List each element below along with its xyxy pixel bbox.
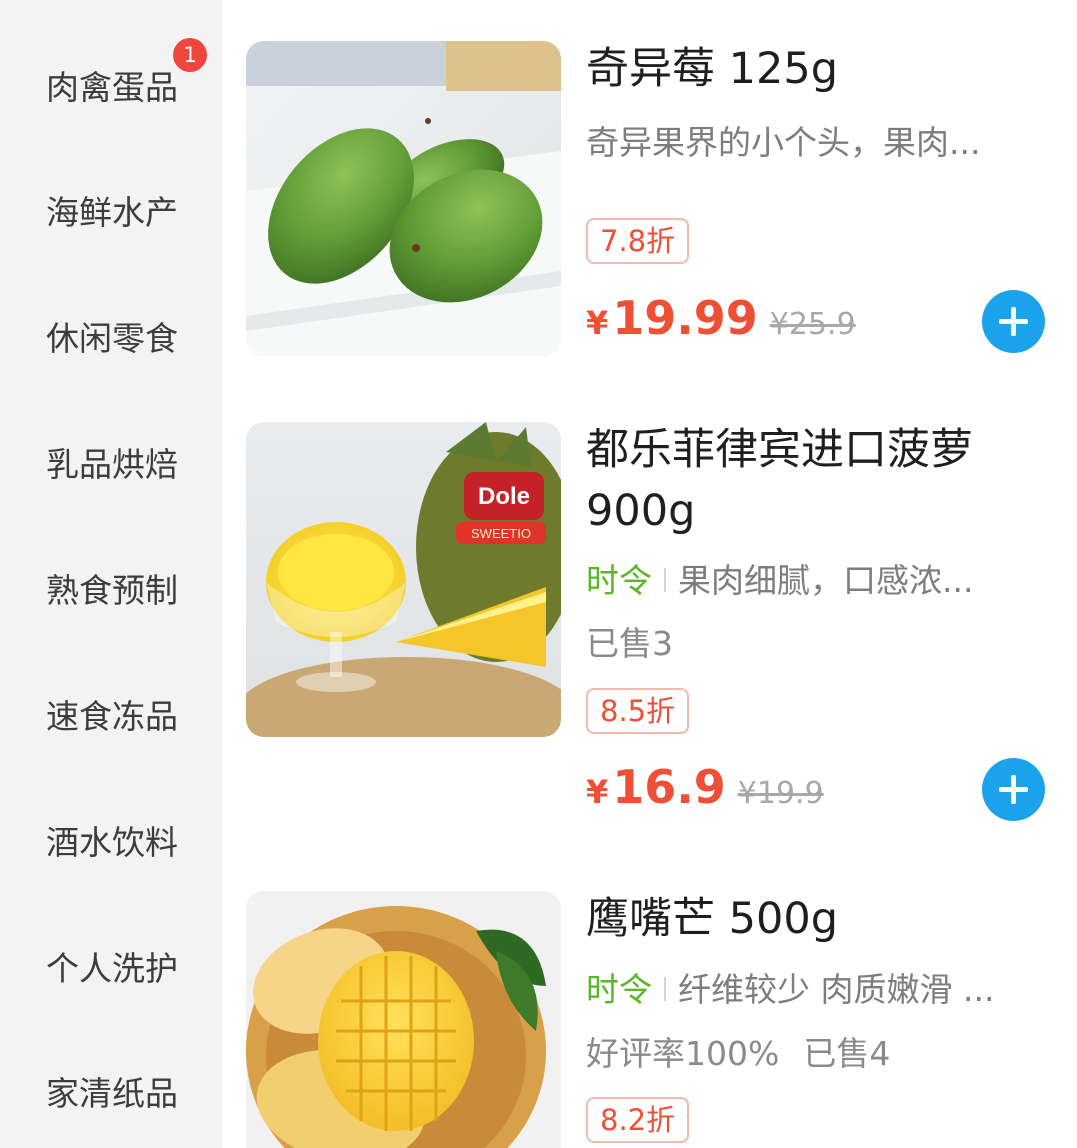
app: 肉禽蛋品 1 海鲜水产 休闲零食 乳品烘焙 熟食预制 速食冻品 酒水饮料 个人洗… bbox=[0, 0, 1077, 1148]
sidebar-item-label: 个人洗护 bbox=[46, 949, 178, 988]
sidebar-item-seafood[interactable]: 海鲜水产 bbox=[0, 165, 222, 255]
product-name-line-2: 900g bbox=[586, 486, 696, 536]
price-row: ¥ 19.99 ¥25.9 bbox=[586, 291, 856, 351]
mango-image[interactable] bbox=[246, 891, 561, 1148]
original-price: ¥19.9 bbox=[737, 776, 824, 811]
season-tag: 时令 bbox=[586, 561, 652, 600]
dole-logo-text: Dole bbox=[478, 483, 530, 510]
stats-row: 好评率100% 已售4 bbox=[586, 1032, 890, 1076]
sidebar-item-label: 酒水饮料 bbox=[46, 823, 178, 862]
sidebar-item-drinks[interactable]: 酒水饮料 bbox=[0, 795, 222, 885]
count-badge: 1 bbox=[173, 38, 207, 72]
discount-tag: 7.8折 bbox=[586, 218, 690, 264]
product-list: 奇异莓 125g 奇异果界的小个头，果肉... 7.8折 ¥ 19.99 ¥25… bbox=[222, 0, 1077, 1148]
sidebar-item-label: 休闲零食 bbox=[46, 319, 178, 358]
add-to-cart-button[interactable] bbox=[982, 758, 1045, 821]
sidebar-item-frozen[interactable]: 速食冻品 bbox=[0, 669, 222, 759]
pineapple-photo: Dole SWEETIO bbox=[246, 422, 561, 737]
original-price: ¥25.9 bbox=[769, 307, 856, 342]
pineapple-image[interactable]: Dole SWEETIO bbox=[246, 422, 561, 737]
sidebar-item-personal-care[interactable]: 个人洗护 bbox=[0, 921, 222, 1011]
product-name: 奇异莓 125g bbox=[586, 44, 839, 94]
sold-count: 已售4 bbox=[803, 1034, 891, 1073]
rating: 好评率100% bbox=[586, 1034, 780, 1073]
sidebar-item-label: 家清纸品 bbox=[46, 1074, 178, 1113]
product-description: 果肉细腻，口感浓... bbox=[678, 561, 974, 600]
current-price: 19.99 bbox=[612, 291, 758, 345]
product-name: 鹰嘴芒 500g bbox=[586, 894, 839, 944]
category-sidebar: 肉禽蛋品 1 海鲜水产 休闲零食 乳品烘焙 熟食预制 速食冻品 酒水饮料 个人洗… bbox=[0, 0, 222, 1148]
product-description: 纤维较少 肉质嫩滑 ... bbox=[678, 970, 995, 1009]
kiwi-berry-photo bbox=[246, 41, 561, 356]
season-tag: 时令 bbox=[586, 970, 652, 1009]
mango-photo bbox=[246, 891, 561, 1148]
divider bbox=[664, 976, 666, 1001]
sold-count: 已售3 bbox=[586, 624, 673, 663]
product-description-row: 时令 纤维较少 肉质嫩滑 ... bbox=[586, 968, 1046, 1012]
divider bbox=[664, 567, 666, 592]
currency-symbol: ¥ bbox=[586, 773, 609, 811]
discount-tag: 8.2折 bbox=[586, 1097, 690, 1143]
product-description-row: 时令 果肉细腻，口感浓... bbox=[586, 559, 1046, 603]
currency-symbol: ¥ bbox=[586, 304, 609, 342]
product-card[interactable]: 鹰嘴芒 500g 时令 纤维较少 肉质嫩滑 ... 好评率100% 已售4 8.2折 bbox=[222, 891, 1077, 1148]
sidebar-item-label: 海鲜水产 bbox=[46, 193, 178, 232]
sidebar-item-meat-eggs[interactable]: 肉禽蛋品 1 bbox=[0, 38, 222, 130]
discount-tag: 8.5折 bbox=[586, 688, 690, 734]
sidebar-item-snacks[interactable]: 休闲零食 bbox=[0, 291, 222, 381]
kiwi-berry-image[interactable] bbox=[246, 41, 561, 356]
sidebar-item-label: 乳品烘焙 bbox=[46, 445, 178, 484]
product-card[interactable]: Dole SWEETIO 都乐菲律宾进口菠萝 900g 时令 果肉细腻，口感浓..… bbox=[222, 422, 1077, 862]
add-to-cart-button[interactable] bbox=[982, 290, 1045, 353]
sidebar-item-label: 速食冻品 bbox=[46, 697, 178, 736]
current-price: 16.9 bbox=[612, 760, 726, 814]
sidebar-item-label: 熟食预制 bbox=[46, 571, 178, 610]
sidebar-item-deli[interactable]: 熟食预制 bbox=[0, 543, 222, 633]
sidebar-item-label: 肉禽蛋品 bbox=[46, 68, 178, 107]
sweetio-text: SWEETIO bbox=[471, 526, 531, 541]
product-name-line-1: 都乐菲律宾进口菠萝 bbox=[586, 425, 973, 475]
product-description: 奇异果界的小个头，果肉... bbox=[586, 123, 981, 162]
product-card[interactable]: 奇异莓 125g 奇异果界的小个头，果肉... 7.8折 ¥ 19.99 ¥25… bbox=[222, 41, 1077, 381]
sidebar-item-household-paper[interactable]: 家清纸品 bbox=[0, 1046, 222, 1136]
price-row: ¥ 16.9 ¥19.9 bbox=[586, 760, 824, 820]
sidebar-item-dairy-bakery[interactable]: 乳品烘焙 bbox=[0, 417, 222, 507]
